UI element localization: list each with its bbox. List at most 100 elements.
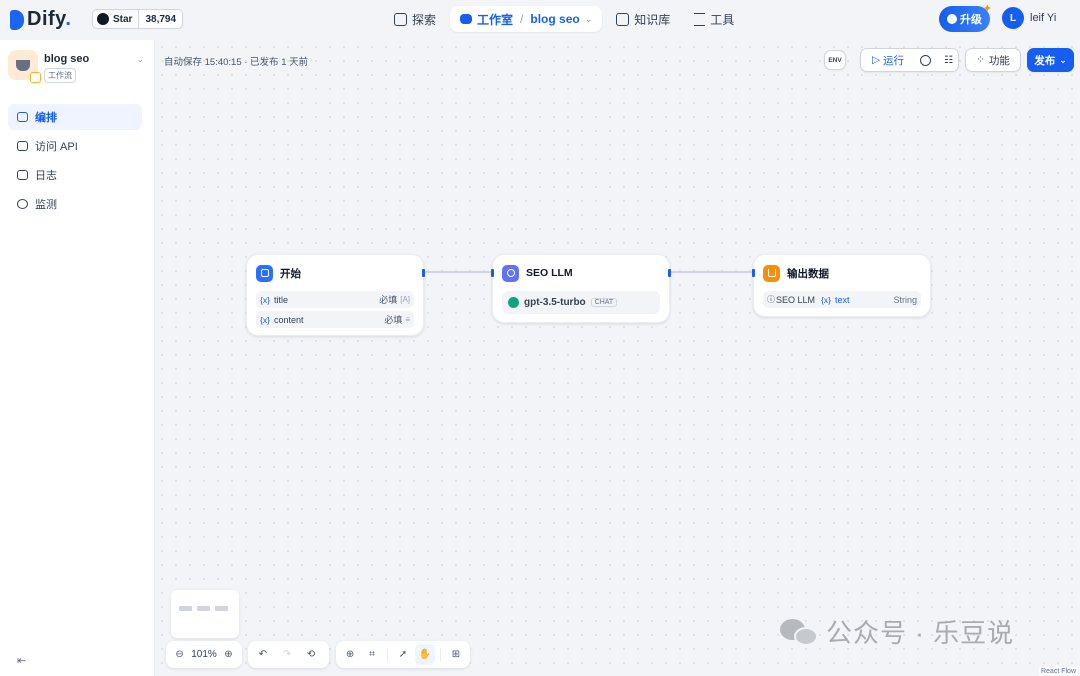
sidebar-item-monitor[interactable]: 监测 (8, 191, 142, 217)
hammer-icon (694, 12, 706, 26)
add-node-icon[interactable]: ⊕ (340, 644, 360, 665)
nav-tools[interactable]: 工具 (684, 6, 744, 32)
target-handle[interactable] (752, 269, 755, 277)
features-button[interactable]: ⁘ 功能 (965, 48, 1021, 72)
chevron-down-icon[interactable]: ⌄ (585, 14, 593, 25)
workflow-badge-icon (30, 72, 41, 83)
env-button[interactable]: ENV (824, 50, 846, 70)
home-icon (256, 264, 273, 282)
pointer-icon[interactable]: ➚ (393, 644, 413, 665)
sidebar-nav: 编排 访问 API 日志 监测 (8, 104, 142, 220)
auto-layout-icon[interactable]: ⊞ (446, 644, 466, 665)
nav-knowledge[interactable]: 知识库 (606, 6, 680, 32)
collapse-sidebar-icon[interactable]: ⇤ (17, 654, 26, 667)
model-selector[interactable]: gpt-3.5-turbo CHAT (502, 291, 660, 314)
node-title: 输出数据 (787, 267, 829, 280)
wechat-icon (780, 617, 820, 647)
history-icon[interactable] (920, 54, 932, 66)
features-icon: ⁘ (976, 54, 985, 66)
publish-button[interactable]: 发布 ⌄ (1027, 48, 1074, 72)
canvas-tools: ⊕ ⌗ ➚ ✋ ⊞ (336, 641, 470, 668)
upgrade-icon (947, 14, 957, 24)
user-name: leif Yi (1030, 12, 1057, 24)
pot-icon (16, 59, 30, 71)
robot-icon (460, 14, 473, 24)
layout-icon (17, 112, 28, 122)
divider (387, 647, 388, 662)
history-controls: ↶ ↷ ⟲ (248, 641, 329, 668)
logo-text: Dify. (27, 8, 72, 30)
zoom-out-icon[interactable]: ⊖ (170, 644, 189, 665)
play-icon: ▷ (871, 54, 881, 66)
top-bar: Dify. Star 38,794 探索 工作室 / blog seo ⌄ 知识… (0, 0, 1080, 40)
monitor-icon (17, 199, 28, 209)
minimap-node (215, 606, 228, 611)
minimap-node (179, 606, 192, 611)
add-note-icon[interactable]: ⌗ (362, 644, 382, 665)
app-type-tag: 工作流 (44, 68, 76, 83)
variable-row[interactable]: {x} content 必填 ≡ (256, 311, 414, 328)
model-name: gpt-3.5-turbo (524, 297, 586, 308)
react-flow-attribution[interactable]: React Flow (1038, 667, 1078, 676)
avatar: L (1002, 7, 1024, 29)
nav-explore[interactable]: 探索 (384, 6, 446, 32)
node-llm[interactable]: SEO LLM gpt-3.5-turbo CHAT (491, 254, 671, 323)
node-title: SEO LLM (526, 267, 573, 279)
watermark: 公众号 · 乐豆说 (780, 613, 1014, 650)
text-type-icon: [A] (400, 295, 410, 304)
output-icon (763, 264, 780, 282)
app-name: blog seo (44, 53, 90, 65)
chevron-down-icon: ⌄ (1059, 54, 1067, 65)
zoom-controls: ⊖ 101% ⊕ (166, 641, 242, 668)
redo-icon[interactable]: ↷ (276, 644, 298, 665)
dify-logo-mark (10, 9, 24, 30)
terminal-icon (17, 141, 28, 151)
sparkle-icon: ✦ (982, 3, 992, 15)
zoom-level[interactable]: 101% (191, 649, 217, 660)
user-menu[interactable]: L leif Yi (1002, 7, 1056, 29)
model-mode-tag: CHAT (590, 298, 618, 307)
log-icon (17, 170, 28, 180)
book-icon (616, 12, 630, 26)
dify-logo[interactable]: Dify. (10, 8, 71, 31)
run-toolbar: ▷ 运行 ☷ (860, 48, 959, 72)
nav-current-app[interactable]: blog seo (530, 12, 579, 26)
undo-icon[interactable]: ↶ (252, 644, 274, 665)
sidebar-item-api[interactable]: 访问 API (8, 133, 142, 159)
github-star-button[interactable]: Star 38,794 (92, 9, 184, 29)
github-icon (97, 13, 109, 25)
checklist-icon[interactable]: ☷ (944, 55, 953, 66)
openai-icon (508, 297, 519, 308)
main-nav: 探索 工作室 / blog seo ⌄ 知识库 工具 (384, 6, 744, 32)
output-variable-row[interactable]: ⓘ SEO LLM {x} text String (763, 291, 921, 308)
paragraph-type-icon: ≡ (405, 315, 410, 324)
autosave-status: 自动保存 15:40:15 · 已发布 1 天前 (164, 57, 309, 68)
sidebar-item-orchestrate[interactable]: 编排 (8, 104, 142, 130)
edge-start-llm[interactable] (425, 271, 491, 273)
source-handle[interactable] (668, 269, 671, 277)
run-button[interactable]: ▷ 运行 (866, 49, 910, 71)
version-history-icon[interactable]: ⟲ (300, 644, 322, 665)
source-handle[interactable] (422, 269, 425, 277)
variable-row[interactable]: {x} title 必填 [A] (256, 291, 414, 308)
minimap[interactable] (171, 590, 239, 638)
llm-mini-icon: ⓘ (767, 295, 775, 304)
upgrade-button[interactable]: 升级 ✦ (939, 3, 992, 32)
app-switcher[interactable]: blog seo 工作流 ⌄ (8, 50, 148, 86)
nav-studio[interactable]: 工作室 / blog seo ⌄ (450, 6, 603, 32)
zoom-in-icon[interactable]: ⊕ (219, 644, 238, 665)
edge-llm-end[interactable] (671, 271, 753, 273)
nav-separator: / (520, 12, 524, 26)
node-end[interactable]: 输出数据 ⓘ SEO LLM {x} text String (752, 254, 931, 317)
sidebar-item-logs[interactable]: 日志 (8, 162, 142, 188)
app-icon (8, 50, 41, 83)
target-handle[interactable] (491, 269, 494, 277)
chevron-down-icon[interactable]: ⌄ (136, 54, 144, 65)
app-sidebar: blog seo 工作流 ⌄ 编排 访问 API 日志 监测 ⇤ (0, 40, 155, 676)
node-start[interactable]: 开始 {x} title 必填 [A] {x} content 必填 ≡ (246, 254, 425, 336)
compass-icon (394, 12, 407, 26)
workflow-canvas[interactable]: 自动保存 15:40:15 · 已发布 1 天前 ENV ▷ 运行 ☷ ⁘ 功能… (155, 40, 1080, 676)
github-star-count: 38,794 (145, 13, 177, 25)
divider (440, 647, 441, 662)
hand-icon[interactable]: ✋ (415, 644, 436, 665)
